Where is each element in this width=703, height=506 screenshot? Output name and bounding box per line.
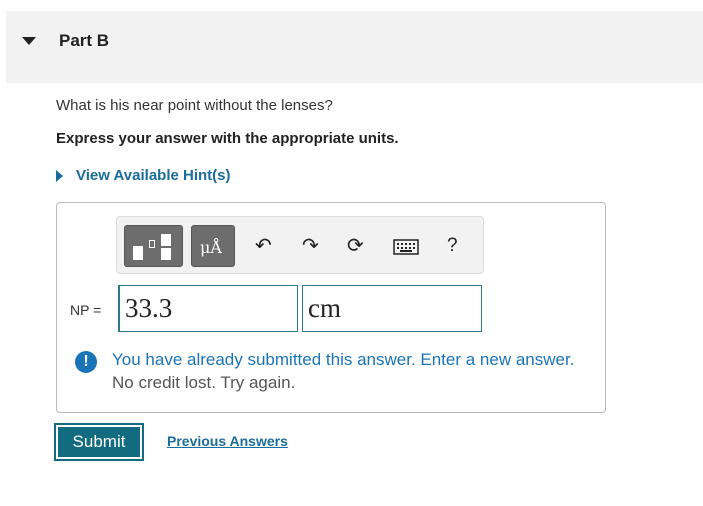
hint-label: View Available Hint(s) bbox=[76, 167, 231, 184]
expand-arrow-icon bbox=[56, 169, 63, 182]
answer-unit-input[interactable]: cm bbox=[302, 285, 482, 332]
part-title: Part B bbox=[59, 31, 110, 50]
undo-icon[interactable]: ↶ bbox=[255, 234, 272, 258]
keyboard-icon[interactable] bbox=[393, 237, 419, 261]
template-box-icon bbox=[133, 246, 143, 260]
variable-label: NP = bbox=[70, 302, 102, 318]
view-hints-link[interactable]: View Available Hint(s) bbox=[56, 167, 231, 184]
templates-button[interactable] bbox=[124, 225, 183, 267]
symbols-label: μÅ bbox=[200, 238, 222, 257]
answer-value-input[interactable]: 33.3 bbox=[118, 285, 298, 332]
template-small-box-icon bbox=[149, 240, 155, 248]
submit-button[interactable]: Submit bbox=[55, 424, 143, 460]
template-box-icon-2 bbox=[161, 234, 171, 246]
feedback-submessage: No credit lost. Try again. bbox=[112, 373, 296, 392]
collapse-caret-icon[interactable] bbox=[22, 37, 36, 45]
help-icon[interactable]: ? bbox=[447, 234, 458, 258]
redo-icon[interactable]: ↷ bbox=[302, 234, 319, 258]
feedback-message: You have already submitted this answer. … bbox=[112, 350, 575, 369]
previous-answers-link[interactable]: Previous Answers bbox=[167, 433, 288, 449]
reset-icon[interactable]: ⟳ bbox=[347, 234, 364, 258]
question-text: What is his near point without the lense… bbox=[56, 97, 333, 114]
part-header[interactable] bbox=[6, 11, 703, 83]
instruction-text: Express your answer with the appropriate… bbox=[56, 130, 399, 147]
symbols-button[interactable]: μÅ bbox=[191, 225, 235, 267]
template-box-icon-3 bbox=[161, 248, 171, 260]
math-toolbar: μÅ ↶ ↷ ⟳ ? bbox=[116, 216, 484, 274]
alert-icon: ! bbox=[75, 351, 97, 373]
